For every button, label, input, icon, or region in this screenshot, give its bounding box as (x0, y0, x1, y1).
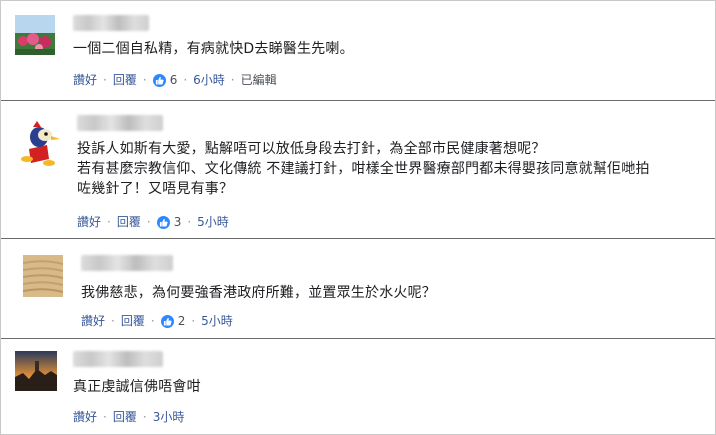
comment-text-line: 咗幾針了！又唔見有事？ (77, 181, 234, 197)
reply-link[interactable]: 回覆 (113, 410, 137, 424)
timestamp[interactable]: 6小時 (193, 73, 225, 87)
like-link[interactable]: 讚好 (73, 410, 97, 424)
edited-label[interactable]: 已編輯 (241, 73, 277, 87)
comment-text-line: 我佛慈悲，為何要強香港政府所難，並置眾生於水火呢？ (81, 285, 436, 301)
timestamp[interactable]: 5小時 (197, 215, 229, 229)
comment-actions: 讚好 · 回覆 · 2 · 5小時 (81, 314, 233, 328)
comment-text-line: 一個二個自私精，有病就快D去睇醫生先喇。 (73, 41, 354, 57)
comment-text: 我佛慈悲，為何要強香港政府所難，並置眾生於水火呢？ (81, 283, 436, 303)
author-name-blurred[interactable] (73, 351, 163, 367)
separator-dot: · (111, 314, 115, 328)
comment-text: 真正虔誠信佛唔會咁 (73, 377, 201, 397)
like-count[interactable]: 2 (178, 314, 186, 328)
reply-link[interactable]: 回覆 (121, 314, 145, 328)
comment-text-line: 真正虔誠信佛唔會咁 (73, 379, 201, 395)
timestamp[interactable]: 3小時 (153, 410, 185, 424)
thumbs-up-icon[interactable] (152, 73, 166, 87)
comments-panel: 一個二個自私精，有病就快D去睇醫生先喇。 讚好 · 回覆 · 6 · 6小時 ·… (0, 0, 716, 435)
author-name-blurred[interactable] (77, 115, 163, 131)
separator-dot: · (191, 314, 196, 328)
comment-text-line: 若有甚麼宗教信仰、文化傳統 不建議打針，咁樣全世界醫療部門都未得嬰孩同意就幫佢哋… (77, 161, 650, 177)
thumbs-up-icon[interactable] (156, 215, 170, 229)
avatar[interactable] (15, 351, 57, 391)
comment-3: 我佛慈悲，為何要強香港政府所難，並置眾生於水火呢？ 讚好 · 回覆 · 2 · … (1, 239, 715, 339)
separator-dot: · (142, 73, 147, 87)
comment-actions: 讚好 · 回覆 · 3小時 (73, 410, 184, 424)
comment-text: 投訴人如斯有大愛，點解唔可以放低身段去打針，為全部市民健康著想呢？ 若有甚麼宗教… (77, 139, 650, 199)
separator-dot: · (142, 410, 147, 424)
timestamp[interactable]: 5小時 (201, 314, 233, 328)
comment-actions: 讚好 · 回覆 · 6 · 6小時 · 已編輯 (73, 73, 277, 87)
comment-1: 一個二個自私精，有病就快D去睇醫生先喇。 讚好 · 回覆 · 6 · 6小時 ·… (1, 1, 715, 101)
separator-dot: · (150, 314, 155, 328)
comment-actions: 讚好 · 回覆 · 3 · 5小時 (77, 215, 229, 229)
comment-text: 一個二個自私精，有病就快D去睇醫生先喇。 (73, 39, 354, 59)
separator-dot: · (183, 73, 188, 87)
separator-dot: · (103, 73, 107, 87)
comment-4: 真正虔誠信佛唔會咁 讚好 · 回覆 · 3小時 (1, 339, 715, 434)
like-count[interactable]: 6 (170, 73, 178, 87)
reply-link[interactable]: 回覆 (117, 215, 141, 229)
comment-text-line: 投訴人如斯有大愛，點解唔可以放低身段去打針，為全部市民健康著想呢？ (77, 141, 546, 157)
like-count[interactable]: 3 (174, 215, 182, 229)
author-name-blurred[interactable] (81, 255, 173, 271)
avatar[interactable] (23, 255, 63, 297)
avatar[interactable] (15, 119, 61, 167)
separator-dot: · (107, 215, 111, 229)
separator-dot: · (230, 73, 235, 87)
separator-dot: · (146, 215, 151, 229)
author-name-blurred[interactable] (73, 15, 149, 31)
separator-dot: · (103, 410, 107, 424)
separator-dot: · (187, 215, 192, 229)
comment-2: 投訴人如斯有大愛，點解唔可以放低身段去打針，為全部市民健康著想呢？ 若有甚麼宗教… (1, 101, 715, 239)
avatar[interactable] (15, 15, 55, 55)
like-link[interactable]: 讚好 (77, 215, 101, 229)
reply-link[interactable]: 回覆 (113, 73, 137, 87)
thumbs-up-icon[interactable] (160, 314, 174, 328)
like-link[interactable]: 讚好 (73, 73, 97, 87)
like-link[interactable]: 讚好 (81, 314, 105, 328)
